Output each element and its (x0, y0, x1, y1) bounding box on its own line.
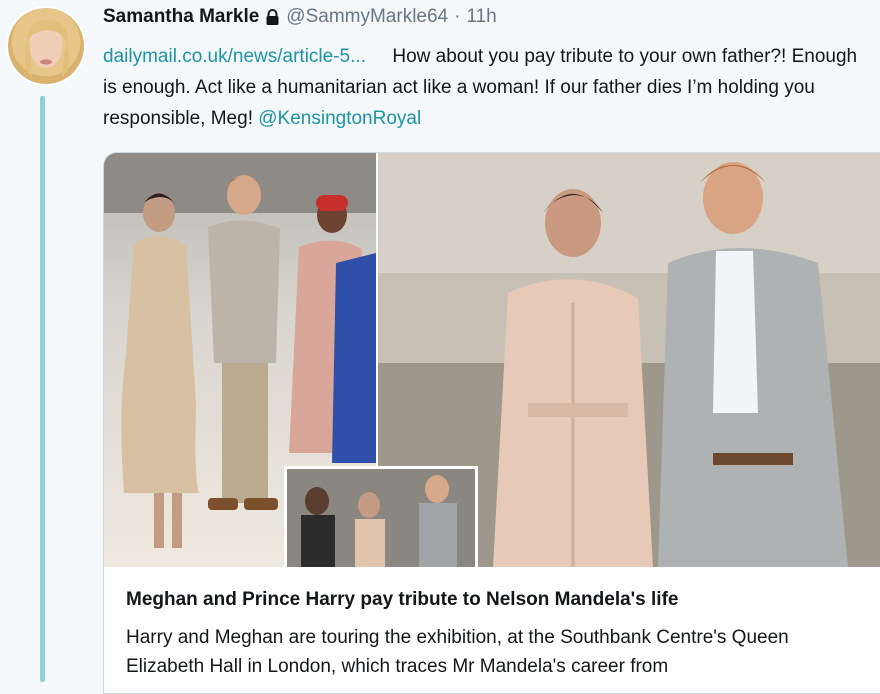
tweet-text: dailymail.co.uk/news/article-5... How ab… (103, 41, 873, 134)
card-body[interactable]: Meghan and Prince Harry pay tribute to N… (104, 567, 880, 693)
avatar-portrait (24, 19, 70, 78)
tweet-header: Samantha Markle @SammyMarkle64 · 11h (103, 6, 497, 28)
display-name[interactable]: Samantha Markle (103, 6, 259, 28)
card-title[interactable]: Meghan and Prince Harry pay tribute to N… (126, 589, 678, 611)
user-handle[interactable]: @SammyMarkle64 (286, 6, 448, 28)
link-card[interactable]: Meghan and Prince Harry pay tribute to N… (103, 152, 880, 694)
lock-icon (265, 8, 280, 26)
photo-inset-figures (287, 469, 475, 570)
avatar[interactable] (8, 8, 84, 84)
card-description: Harry and Meghan are touring the exhibit… (126, 627, 789, 677)
dot-separator: · (454, 6, 461, 27)
timestamp[interactable]: 11h (466, 6, 496, 28)
article-link[interactable]: dailymail.co.uk/news/article-5... (103, 46, 366, 67)
card-photo-inset (284, 466, 478, 573)
thread-line (40, 96, 45, 682)
mention-link[interactable]: @KensingtonRoyal (258, 108, 421, 129)
